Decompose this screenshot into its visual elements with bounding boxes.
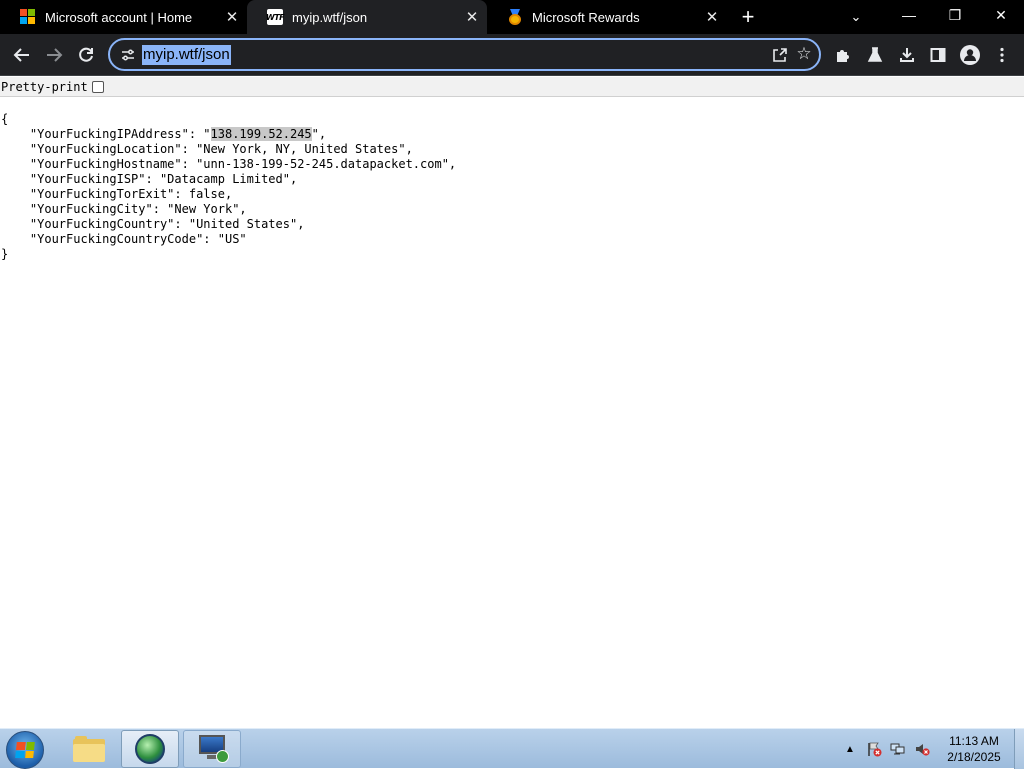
tab-title: myip.wtf/json <box>292 9 368 25</box>
restore-button[interactable]: ❐ <box>932 0 978 30</box>
clock-time: 11:13 AM <box>949 734 999 748</box>
wtf-favicon-icon: WTF <box>266 9 285 25</box>
reload-icon <box>79 47 93 62</box>
browser-toolbar: myip.wtf/json ☆ <box>0 34 1024 76</box>
taskbar-explorer[interactable] <box>60 730 118 768</box>
ip-address-value: 138.199.52.245 <box>210 127 312 141</box>
bookmark-star-icon[interactable]: ☆ <box>793 43 815 65</box>
labs-button[interactable] <box>862 42 888 68</box>
json-line: } <box>1 247 9 261</box>
side-panel-icon <box>930 48 946 62</box>
restore-icon: ❐ <box>948 6 962 23</box>
clock-date: 2/18/2025 <box>947 750 1001 764</box>
volume-muted-icon[interactable] <box>914 741 930 757</box>
close-window-button[interactable]: ✕ <box>978 0 1024 30</box>
avatar-icon <box>960 45 980 65</box>
json-line: "YourFuckingCountryCode": "US" <box>1 232 247 246</box>
more-vertical-icon <box>1000 47 1004 63</box>
json-line-suffix: ", <box>311 127 327 141</box>
start-button[interactable] <box>6 731 44 769</box>
forward-arrow-icon <box>47 48 63 62</box>
json-line: "YourFuckingIPAddress": " <box>1 127 211 141</box>
json-body: { "YourFuckingIPAddress": "138.199.52.24… <box>1 112 456 262</box>
tab-myip-json[interactable]: WTF myip.wtf/json ✕ <box>247 0 487 34</box>
json-line: "YourFuckingCity": "New York", <box>1 202 247 216</box>
json-line: "YourFuckingISP": "Datacamp Limited", <box>1 172 298 186</box>
network-icon[interactable] <box>890 741 906 757</box>
puzzle-icon <box>837 50 849 62</box>
json-line: "YourFuckingHostname": "unn-138-199-52-2… <box>1 157 457 171</box>
close-icon: ✕ <box>995 6 1007 23</box>
minimize-button[interactable]: — <box>886 0 932 30</box>
microsoft-logo-icon <box>20 9 36 25</box>
close-tab-icon[interactable]: ✕ <box>702 7 722 27</box>
json-line: "YourFuckingLocation": "New York, NY, Un… <box>1 142 413 156</box>
taskbar-browser[interactable] <box>121 730 179 768</box>
tab-microsoft-account[interactable]: Microsoft account | Home ✕ <box>0 0 247 34</box>
download-icon <box>900 48 914 62</box>
json-line: { <box>1 112 9 126</box>
browser-globe-icon <box>135 734 165 764</box>
action-center-flag-icon[interactable] <box>866 741 882 757</box>
forward-button[interactable] <box>41 42 67 68</box>
tab-strip: Microsoft account | Home ✕ WTF myip.wtf/… <box>0 0 1024 34</box>
menu-button[interactable] <box>989 42 1015 68</box>
back-arrow-icon <box>13 48 29 62</box>
share-icon[interactable] <box>771 46 789 64</box>
pretty-print-label[interactable]: Pretty-print <box>1 80 88 94</box>
address-text[interactable]: myip.wtf/json <box>142 45 231 65</box>
remote-desktop-icon <box>197 735 229 763</box>
downloads-button[interactable] <box>894 42 920 68</box>
reload-button[interactable] <box>73 42 99 68</box>
show-hidden-icons-button[interactable]: ▲ <box>842 729 858 769</box>
tab-microsoft-rewards[interactable]: Microsoft Rewards ✕ <box>487 0 727 34</box>
page-content: Pretty-print { "YourFuckingIPAddress": "… <box>0 77 1024 728</box>
site-info-icon[interactable] <box>120 47 136 63</box>
tab-search-button[interactable]: ⌄ <box>846 7 866 27</box>
close-tab-icon[interactable]: ✕ <box>222 7 242 27</box>
extensions-button[interactable] <box>830 42 856 68</box>
show-desktop-button[interactable] <box>1014 729 1024 769</box>
tab-title: Microsoft account | Home <box>45 9 193 25</box>
taskbar-remote-desktop[interactable] <box>183 730 241 768</box>
json-line: "YourFuckingTorExit": false, <box>1 187 233 201</box>
profile-button[interactable] <box>957 42 983 68</box>
back-button[interactable] <box>9 42 35 68</box>
windows-taskbar: ▲ 11:13 AM 2/18/2025 <box>0 728 1024 769</box>
tray-arrow-icon: ▲ <box>845 743 855 755</box>
windows-logo-icon <box>15 742 35 758</box>
folder-icon <box>73 736 105 762</box>
pretty-print-checkbox[interactable] <box>91 80 104 93</box>
system-clock[interactable]: 11:13 AM 2/18/2025 <box>938 733 1010 765</box>
tab-title: Microsoft Rewards <box>532 9 640 25</box>
json-line: "YourFuckingCountry": "United States", <box>1 217 305 231</box>
close-tab-icon[interactable]: ✕ <box>462 7 482 27</box>
new-tab-button[interactable]: + <box>736 5 760 29</box>
flask-icon <box>867 47 883 62</box>
rewards-medal-icon <box>507 9 523 25</box>
pretty-print-bar: Pretty-print <box>0 77 1024 97</box>
side-panel-button[interactable] <box>925 42 951 68</box>
minimize-icon: — <box>902 7 916 23</box>
address-bar[interactable]: myip.wtf/json ☆ <box>108 38 821 71</box>
